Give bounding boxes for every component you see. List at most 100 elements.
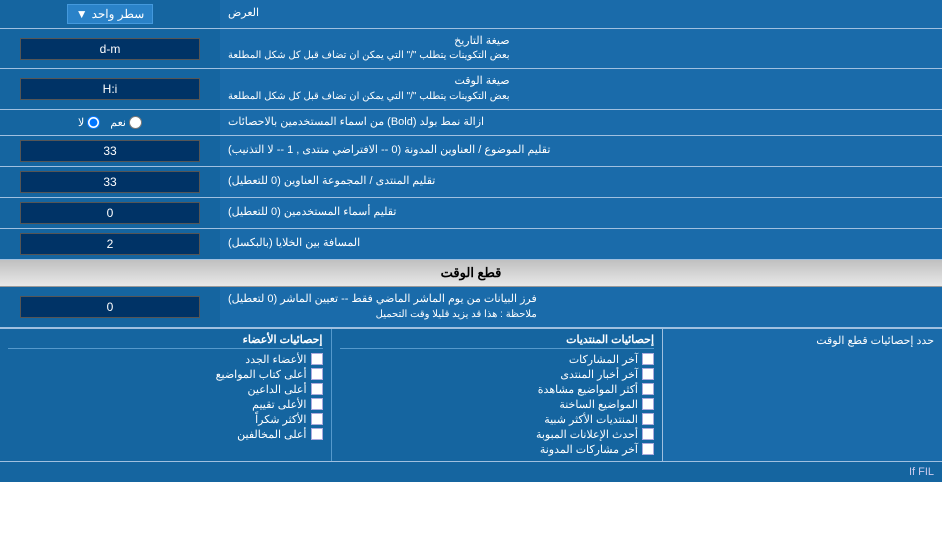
stats-item: آخر أخبار المنتدى [340,367,655,382]
date-format-sublabel: بعض التكوينات يتطلب "/" التي يمكن ان تضا… [228,49,510,63]
stats-item-text: أكثر المواضيع مشاهدة [538,383,638,396]
checkbox-icon[interactable] [311,353,323,365]
bottom-note: If FIL [0,461,942,482]
user-names-title: تقليم أسماء المستخدمين (0 للتعطيل) [228,205,396,220]
stats-item: الأكثر شكراً [8,412,323,427]
stats-label-text: حدد إحصائيات قطع الوقت [816,335,934,347]
stats-item-text: الأعلى تقييم [252,398,306,411]
stats-item: الأعلى تقييم [8,397,323,412]
checkbox-icon[interactable] [642,413,654,425]
user-names-row: تقليم أسماء المستخدمين (0 للتعطيل) [0,198,942,229]
cutoff-title: قطع الوقت [441,265,502,280]
forum-group-input[interactable] [20,171,200,193]
checkbox-icon[interactable] [642,398,654,410]
date-format-input[interactable] [20,38,200,60]
radio-no-text: لا [78,116,84,129]
time-format-row: صيغة الوقت بعض التكوينات يتطلب "/" التي … [0,69,942,109]
stats-item-text: أحدث الإعلانات المبوبة [536,428,638,441]
dropdown-label: سطر واحد [92,7,145,21]
stats-col-members: إحصائيات الأعضاء الأعضاء الجدد أعلى كتاب… [0,329,331,461]
stats-item-text: المواضيع الساخنة [559,398,638,411]
topic-title-label: تقليم الموضوع / العناوين المدونة (0 -- ا… [220,136,942,166]
checkbox-icon[interactable] [311,383,323,395]
stats-item-text: الأكثر شكراً [255,413,306,426]
stats-item-text: أعلى المخالفين [237,428,306,441]
date-format-label: صيغة التاريخ بعض التكوينات يتطلب "/" الت… [220,29,942,68]
radio-no-label[interactable]: لا [78,116,100,129]
bold-radio-group: نعم لا [78,116,142,129]
stats-item-text: أعلى كتاب المواضيع [216,368,307,381]
topic-title-title: تقليم الموضوع / العناوين المدونة (0 -- ا… [228,143,550,158]
forum-group-input-cell [0,167,220,197]
date-format-title: صيغة التاريخ [228,34,510,49]
date-format-input-cell [0,29,220,68]
time-format-label: صيغة الوقت بعض التكوينات يتطلب "/" التي … [220,69,942,108]
title-text: العرض [228,6,259,21]
stats-col-forums: إحصائيات المنتديات آخر المشاركات آخر أخب… [331,329,663,461]
time-format-input[interactable] [20,78,200,100]
stats-item: أحدث الإعلانات المبوبة [340,427,655,442]
time-format-sublabel: بعض التكوينات يتطلب "/" التي يمكن ان تضا… [228,90,510,104]
topic-title-input-cell [0,136,220,166]
stats-columns: إحصائيات المنتديات آخر المشاركات آخر أخب… [0,329,662,461]
time-format-title: صيغة الوقت [228,74,510,89]
topic-title-row: تقليم الموضوع / العناوين المدونة (0 -- ا… [0,136,942,167]
checkbox-icon[interactable] [642,368,654,380]
bold-remove-input-cell: نعم لا [0,110,220,135]
stats-item: آخر المشاركات [340,352,655,367]
stats-item-text: آخر مشاركات المدونة [540,443,638,456]
radio-yes[interactable] [129,116,142,129]
header-row: العرض سطر واحد ▼ [0,0,942,29]
cutoff-row-title: فرز البيانات من يوم الماشر الماضي فقط --… [228,292,537,307]
radio-no[interactable] [87,116,100,129]
checkbox-icon[interactable] [311,368,323,380]
bold-remove-label: ازالة نمط بولد (Bold) من اسماء المستخدمي… [220,110,942,135]
bold-remove-title: ازالة نمط بولد (Bold) من اسماء المستخدمي… [228,115,484,130]
stats-item: أعلى كتاب المواضيع [8,367,323,382]
gap-row: المسافة بين الخلايا (بالبكسل) [0,229,942,260]
checkbox-icon[interactable] [642,383,654,395]
checkbox-icon[interactable] [311,428,323,440]
cutoff-label: فرز البيانات من يوم الماشر الماضي فقط --… [220,287,942,326]
gap-title: المسافة بين الخلايا (بالبكسل) [228,236,360,251]
checkbox-icon[interactable] [642,353,654,365]
radio-yes-text: نعم [110,116,126,129]
gap-label: المسافة بين الخلايا (بالبكسل) [220,229,942,259]
stats-col1-header: إحصائيات المنتديات [340,333,655,349]
radio-yes-label[interactable]: نعم [110,116,142,129]
stats-item: أعلى الداعين [8,382,323,397]
gap-input-cell [0,229,220,259]
display-dropdown[interactable]: سطر واحد ▼ [67,4,154,24]
checkbox-icon[interactable] [311,398,323,410]
user-names-input[interactable] [20,202,200,224]
stats-item: المنتديات الأكثر شبية [340,412,655,427]
checkbox-icon[interactable] [311,413,323,425]
cutoff-input[interactable] [20,296,200,318]
header-label: العرض [220,0,942,28]
stats-item: آخر مشاركات المدونة [340,442,655,457]
stats-col2-header: إحصائيات الأعضاء [8,333,323,349]
stats-item-text: آخر المشاركات [569,353,638,366]
stats-item-text: آخر أخبار المنتدى [560,368,638,381]
checkbox-icon[interactable] [642,428,654,440]
time-format-input-cell [0,69,220,108]
stats-item: أكثر المواضيع مشاهدة [340,382,655,397]
stats-item-text: المنتديات الأكثر شبية [544,413,638,426]
cutoff-row-sublabel: ملاحظة : هذا قد يزيد قليلا وقت التحميل [228,308,537,322]
stats-section: حدد إحصائيات قطع الوقت إحصائيات المنتديا… [0,328,942,461]
bottom-note-text: If FIL [909,466,934,478]
date-format-row: صيغة التاريخ بعض التكوينات يتطلب "/" الت… [0,29,942,69]
stats-item-text: أعلى الداعين [248,383,307,396]
stats-item: المواضيع الساخنة [340,397,655,412]
user-names-label: تقليم أسماء المستخدمين (0 للتعطيل) [220,198,942,228]
topic-title-input[interactable] [20,140,200,162]
stats-label: حدد إحصائيات قطع الوقت [662,329,942,461]
stats-item-text: الأعضاء الجدد [245,353,306,366]
checkbox-icon[interactable] [642,443,654,455]
dropdown-cell: سطر واحد ▼ [0,0,220,28]
gap-input[interactable] [20,233,200,255]
chevron-down-icon: ▼ [76,7,88,21]
forum-group-label: تقليم المنتدى / المجموعة العناوين (0 للت… [220,167,942,197]
stats-item: أعلى المخالفين [8,427,323,442]
bold-remove-row: ازالة نمط بولد (Bold) من اسماء المستخدمي… [0,110,942,136]
